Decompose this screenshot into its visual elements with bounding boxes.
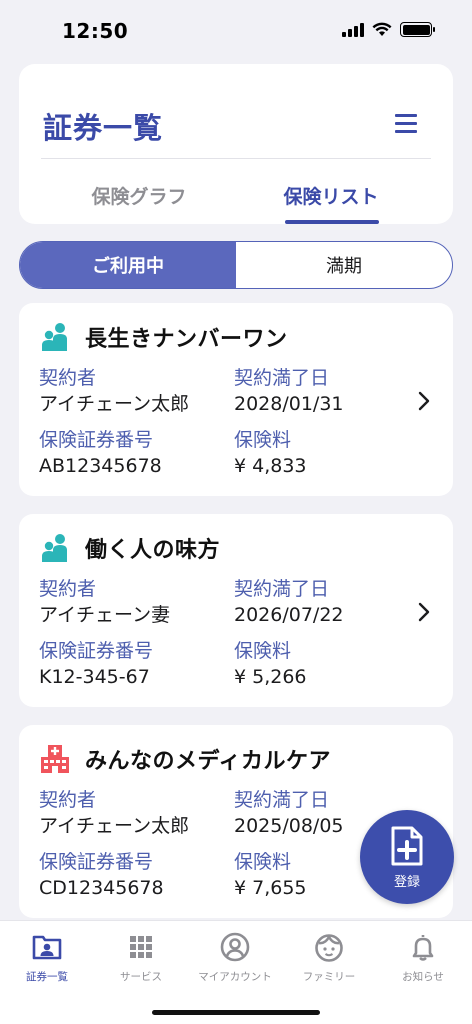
contractor-value: アイチェーン太郎 (39, 393, 190, 415)
policy-number-field: 保険証券番号 CD12345678 (39, 849, 164, 901)
expiry-field: 契約満了日 2025/08/05 (234, 787, 344, 839)
battery-icon (400, 22, 435, 37)
tabbar-item-account[interactable]: マイアカウント (188, 931, 282, 984)
premium-label: 保険料 (234, 851, 292, 873)
policy-card-icon (32, 935, 62, 960)
tabbar-item-services[interactable]: サービス (94, 931, 188, 984)
status-segment-control: ご利用中 満期 (19, 241, 453, 289)
account-icon (220, 932, 250, 962)
tab-insurance-graph[interactable]: 保険グラフ (39, 182, 239, 209)
grid-icon (130, 936, 152, 958)
premium-value: ¥ 7,655 (234, 877, 307, 899)
tabbar-label: お知らせ (402, 971, 444, 983)
home-indicator (152, 1010, 320, 1015)
policy-number-label: 保険証券番号 (39, 429, 154, 451)
expiry-field: 契約満了日 2028/01/31 (234, 365, 344, 417)
policy-number-field: 保険証券番号 K12-345-67 (39, 638, 153, 690)
tabbar-label: マイアカウント (198, 971, 272, 983)
expiry-value: 2025/08/05 (234, 815, 344, 837)
contractor-field: 契約者 アイチェーン妻 (39, 576, 170, 628)
tabbar-label: ファミリー (302, 971, 356, 983)
premium-field: 保険料 ¥ 4,833 (234, 427, 307, 479)
contractor-field: 契約者 アイチェーン太郎 (39, 787, 189, 839)
family-icon (42, 534, 67, 562)
tabbar-label: サービス (120, 971, 162, 983)
policy-name: 長生きナンバーワン (85, 327, 288, 352)
policy-number-value: AB12345678 (39, 455, 162, 477)
wifi-icon (372, 22, 392, 36)
tabbar-item-family[interactable]: ファミリー (282, 931, 376, 984)
tabbar-item-notifications[interactable]: お知らせ (376, 931, 470, 984)
contractor-field: 契約者 アイチェーン太郎 (39, 365, 189, 417)
policy-number-field: 保険証券番号 AB12345678 (39, 427, 162, 479)
policy-card[interactable]: 働く人の味方 契約者 アイチェーン妻 契約満了日 2026/07/22 保険証券… (19, 514, 453, 707)
chevron-right-icon[interactable] (417, 601, 431, 623)
expiry-label: 契約満了日 (234, 367, 330, 389)
policy-title-row: 働く人の味方 (39, 532, 220, 564)
chevron-right-icon[interactable] (417, 390, 431, 412)
premium-label: 保険料 (234, 640, 292, 662)
policy-name: みんなのメディカルケア (85, 749, 331, 774)
contractor-label: 契約者 (39, 789, 97, 811)
policy-title-row: みんなのメディカルケア (39, 743, 331, 775)
segment-in-use[interactable]: ご利用中 (20, 242, 236, 288)
active-tab-indicator (285, 220, 379, 224)
hospital-icon (41, 745, 69, 773)
status-icons (342, 22, 435, 37)
premium-field: 保険料 ¥ 7,655 (234, 849, 307, 901)
signal-icon (342, 22, 364, 37)
menu-button[interactable] (389, 108, 423, 138)
expiry-value: 2026/07/22 (234, 604, 344, 626)
contractor-label: 契約者 (39, 367, 97, 389)
expiry-value: 2028/01/31 (234, 393, 344, 415)
premium-label: 保険料 (234, 429, 292, 451)
policy-number-value: K12-345-67 (39, 666, 150, 688)
header-card: 証券一覧 保険グラフ 保険リスト (19, 64, 453, 224)
register-label: 登録 (393, 874, 420, 890)
policy-number-label: 保険証券番号 (39, 851, 154, 873)
policy-number-label: 保険証券番号 (39, 640, 154, 662)
premium-value: ¥ 5,266 (234, 666, 307, 688)
status-bar: 12:50 (0, 0, 472, 60)
expiry-field: 契約満了日 2026/07/22 (234, 576, 344, 628)
policy-card[interactable]: 長生きナンバーワン 契約者 アイチェーン太郎 契約満了日 2028/01/31 … (19, 303, 453, 496)
contractor-label: 契約者 (39, 578, 97, 600)
page-title: 証券一覧 (43, 111, 164, 145)
status-time: 12:50 (62, 19, 129, 43)
premium-value: ¥ 4,833 (234, 455, 307, 477)
expiry-label: 契約満了日 (234, 578, 330, 600)
policy-name: 働く人の味方 (85, 538, 221, 563)
segment-matured[interactable]: 満期 (236, 242, 452, 288)
register-button[interactable]: 登録 (360, 810, 454, 904)
bottom-tab-bar: 証券一覧 サービス マイアカウント ファミリー お知らせ (0, 920, 472, 1024)
contractor-value: アイチェーン太郎 (39, 815, 190, 837)
bell-icon (412, 935, 434, 961)
premium-field: 保険料 ¥ 5,266 (234, 638, 307, 690)
tabbar-item-policies[interactable]: 証券一覧 (0, 931, 94, 984)
family-icon (42, 323, 67, 351)
header-divider (41, 158, 431, 159)
expiry-label: 契約満了日 (234, 789, 330, 811)
tab-insurance-list[interactable]: 保険リスト (231, 182, 431, 209)
tabbar-label: 証券一覧 (26, 971, 68, 983)
family-face-icon (315, 934, 343, 962)
add-document-icon (391, 826, 423, 865)
contractor-value: アイチェーン妻 (39, 604, 171, 626)
policy-number-value: CD12345678 (39, 877, 164, 899)
policy-title-row: 長生きナンバーワン (39, 321, 288, 353)
